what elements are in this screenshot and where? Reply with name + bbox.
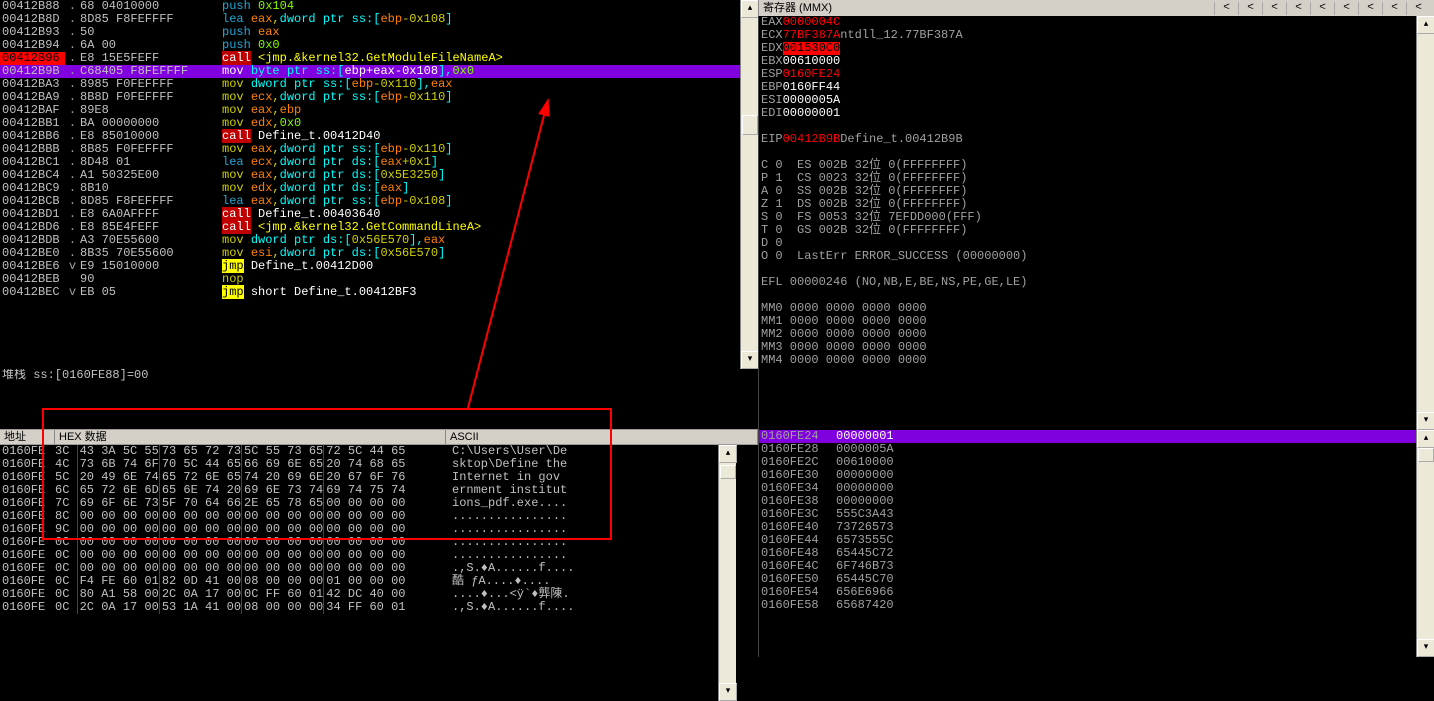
hexdump-view[interactable]: 0160FE3C 43 3A 5C 55 73 65 72 73 5C 55 7… [0, 445, 758, 701]
mnemonic: push [222, 38, 251, 52]
register-row[interactable]: EFL 00000246 (NO,NB,E,BE,NS,PE,GE,LE) [759, 276, 1434, 289]
hex-row[interactable]: 0160FE0C 2C 0A 17 00 53 1A 41 00 08 00 0… [0, 601, 758, 614]
disasm-instr: jmp short Define_t.00412BF3 [222, 286, 758, 299]
disasm-instr: jmp Define_t.00412D00 [222, 260, 758, 273]
nav-left-icon[interactable]: < [1286, 2, 1310, 15]
mnemonic: lea [222, 155, 244, 169]
register-row[interactable]: EBX 00610000 [759, 55, 1434, 68]
disasm-prefix: v [65, 286, 80, 299]
stack-value: 65687420 [836, 599, 911, 612]
scroll-thumb[interactable] [742, 115, 758, 135]
scroll-up-icon[interactable]: ▴ [1417, 430, 1434, 448]
nav-left-icon[interactable]: < [1406, 2, 1430, 15]
mnemonic: mov [222, 181, 244, 195]
register-row[interactable]: O 0 LastErr ERROR_SUCCESS (00000000) [759, 250, 1434, 263]
stack-scrollbar[interactable]: ▴ ▾ [1416, 430, 1434, 657]
register-row[interactable]: MM4 0000 0000 0000 0000 [759, 354, 1434, 367]
register-row[interactable]: ECX 77BF387A ntdll_12.77BF387A [759, 29, 1434, 42]
disasm-instr: mov ecx,dword ptr ss:[ebp-0x110] [222, 91, 758, 104]
mnemonic: mov [222, 142, 244, 156]
disasm-scrollbar[interactable]: ▴ ▾ [740, 0, 758, 369]
nav-left-icon[interactable]: < [1382, 2, 1406, 15]
mnemonic: lea [222, 194, 244, 208]
nav-left-icon[interactable]: < [1358, 2, 1382, 15]
disasm-bytes: EB 05 [80, 286, 222, 299]
scroll-up-icon[interactable]: ▴ [741, 0, 758, 18]
mnemonic: nop [222, 272, 244, 286]
scroll-down-icon[interactable]: ▾ [1417, 639, 1434, 657]
hex-col-data: HEX 数据 [55, 430, 446, 444]
mnemonic: mov [222, 168, 244, 182]
nav-left-icon[interactable]: < [1334, 2, 1358, 15]
mnemonic: push [222, 25, 251, 39]
mnemonic: mov [222, 77, 244, 91]
mnemonic: lea [222, 12, 244, 26]
nav-left-icon[interactable]: < [1262, 2, 1286, 15]
disasm-instr: mov eax,ebp [222, 104, 758, 117]
disasm-status: 堆栈 ss:[0160FE88]=00 [0, 369, 758, 383]
mnemonic: call [222, 51, 251, 65]
scroll-up-icon[interactable]: ▴ [1417, 16, 1434, 34]
disasm-bytes: E9 15010000 [80, 260, 222, 273]
mnemonic: mov [222, 64, 244, 78]
nav-left-icon[interactable]: < [1238, 2, 1262, 15]
stack-addr: 0160FE58 [761, 599, 836, 612]
hex-col-addr: 地址 [0, 430, 55, 444]
scroll-down-icon[interactable]: ▾ [741, 351, 758, 369]
registers-header: 寄存器 (MMX) < < < < < < < < < [758, 0, 1434, 16]
registers-title: 寄存器 (MMX) [763, 2, 832, 15]
mnemonic: mov [222, 116, 244, 130]
register-row[interactable]: ESI 0000005A [759, 94, 1434, 107]
disasm-row[interactable]: 00412BE6vE9 15010000jmp Define_t.00412D0… [0, 260, 758, 273]
disassembly-view[interactable]: 00412B88.68 04010000push 0x10400412B8D.8… [0, 0, 758, 369]
disasm-prefix: v [65, 260, 80, 273]
hex-ascii: .,S.♦A......f.... [446, 601, 574, 614]
disasm-addr: 00412BEC [0, 286, 65, 299]
mnemonic: call [222, 129, 251, 143]
hex-bytes: 0C 2C 0A 17 00 53 1A 41 00 08 00 00 00 3… [55, 601, 446, 614]
disasm-instr: push eax [222, 26, 758, 39]
scroll-thumb[interactable] [720, 465, 736, 479]
nav-left-icon[interactable]: < [1214, 2, 1238, 15]
register-row[interactable]: T 0 GS 002B 32位 0(FFFFFFFF) [759, 224, 1434, 237]
hexdump-header: 地址 HEX 数据 ASCII [0, 429, 758, 445]
mnemonic: call [222, 220, 251, 234]
scroll-down-icon[interactable]: ▾ [719, 683, 737, 701]
scroll-down-icon[interactable]: ▾ [1417, 412, 1434, 430]
register-row[interactable]: EBP 0160FF44 [759, 81, 1434, 94]
mnemonic: jmp [222, 285, 244, 299]
reg-scrollbar[interactable]: ▴ ▾ [1416, 16, 1434, 430]
stack-row[interactable]: 0160FE58 65687420 [759, 599, 1434, 612]
register-row[interactable]: EIP 00412B9B Define_t.00412B9B [759, 133, 1434, 146]
hex-col-ascii: ASCII [446, 430, 758, 444]
register-row[interactable]: ESP 0160FE24 [759, 68, 1434, 81]
disasm-row[interactable]: 00412BECvEB 05jmp short Define_t.00412BF… [0, 286, 758, 299]
disasm-instr: lea eax,dword ptr ss:[ebp-0x108] [222, 13, 758, 26]
hex-scrollbar[interactable]: ▴ ▾ [718, 445, 736, 701]
register-row[interactable]: EDI 00000001 [759, 107, 1434, 120]
scroll-up-icon[interactable]: ▴ [719, 445, 737, 463]
mnemonic: jmp [222, 259, 244, 273]
mnemonic: mov [222, 233, 244, 247]
registers-nav[interactable]: < < < < < < < < < [1214, 2, 1430, 15]
hex-addr: 0160FE [0, 601, 55, 614]
scroll-thumb[interactable] [1418, 448, 1434, 462]
disasm-row[interactable]: 00412B8D.8D85 F8FEFFFFlea eax,dword ptr … [0, 13, 758, 26]
mnemonic: mov [222, 90, 244, 104]
mnemonic: mov [222, 246, 244, 260]
register-row[interactable]: EDX 001530C0 [759, 42, 1434, 55]
stack-view[interactable]: 0160FE24 000000010160FE28 0000005A0160FE… [758, 430, 1434, 657]
mnemonic: mov [222, 103, 244, 117]
registers-view[interactable]: EAX 0000004CECX 77BF387A ntdll_12.77BF38… [758, 16, 1434, 430]
disasm-row[interactable]: 00412BA9.8B8D F0FEFFFFmov ecx,dword ptr … [0, 91, 758, 104]
nav-left-icon[interactable]: < [1310, 2, 1334, 15]
mnemonic: call [222, 207, 251, 221]
disasm-bytes: 8D85 F8FEFFFF [80, 13, 222, 26]
